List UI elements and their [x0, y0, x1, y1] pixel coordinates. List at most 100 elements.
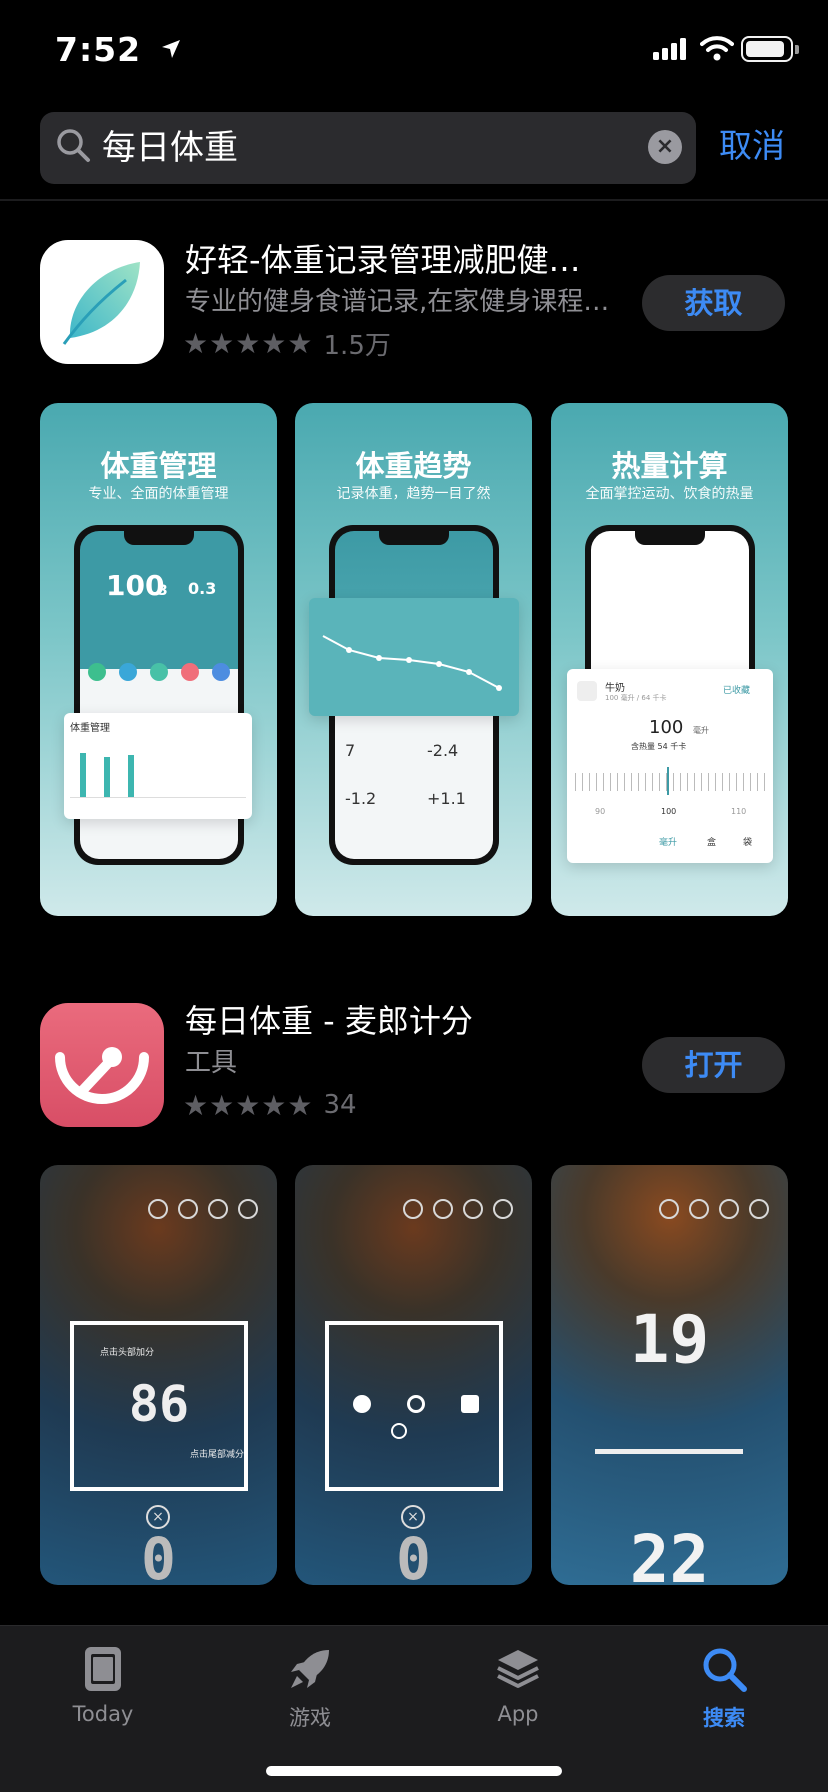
stat-2: -2.4: [427, 741, 459, 760]
search-query-text[interactable]: 每日体重: [102, 126, 238, 170]
save-icon: [461, 1395, 479, 1413]
screenshot-5[interactable]: × 0: [295, 1165, 532, 1585]
screenshot-3[interactable]: 热量计算 全面掌控运动、饮食的热量 牛奶 100 毫升 / 64 千卡 已收藏 …: [551, 403, 788, 916]
screenshot-title: 体重管理: [100, 449, 217, 483]
score-value: 86: [128, 1375, 190, 1433]
get-button[interactable]: 获取: [642, 275, 785, 331]
clear-search-button[interactable]: ×: [648, 130, 682, 164]
search-icon: [57, 129, 90, 162]
quick-actions: [88, 663, 230, 681]
scale-mid: 100: [661, 807, 677, 816]
unit-box: 盒: [707, 838, 717, 848]
tab-label: Today: [72, 1702, 134, 1726]
hint-bottom: 点击尾部减分: [190, 1450, 245, 1460]
screenshot-1[interactable]: 体重管理 专业、全面的体重管理 100 3 0.3 体重管理: [40, 403, 277, 916]
toolbar-icons: [659, 1199, 769, 1219]
toolbar-icons: [403, 1199, 513, 1219]
app-icon-haoqing[interactable]: [40, 240, 164, 364]
weight-delta: 0.3: [188, 579, 217, 598]
food-sub: 100 毫升 / 64 千卡: [605, 694, 667, 702]
screenshot-4[interactable]: 点击头部加分 86 点击尾部减分 × 0: [40, 1165, 277, 1585]
stat-4: +1.1: [427, 789, 466, 808]
tab-apps[interactable]: App: [448, 1642, 588, 1726]
open-button[interactable]: 打开: [642, 1037, 785, 1093]
bottom-score: 0: [396, 1525, 431, 1585]
trend-line: [322, 635, 502, 691]
score-divider: [595, 1449, 743, 1454]
history-icon: [407, 1395, 425, 1413]
rating-count: 1.5万: [323, 330, 391, 361]
rocket-icon: [291, 1650, 329, 1688]
tab-label: 游戏: [289, 1706, 331, 1730]
food-card: 牛奶 100 毫升 / 64 千卡 已收藏 100 毫升 含热量 54 千卡 9…: [567, 669, 773, 863]
tab-label: App: [497, 1702, 539, 1726]
trend-chart-card: [309, 598, 519, 716]
star-rating-icon: ★★★★★: [183, 326, 314, 360]
amount-unit: 毫升: [693, 726, 709, 735]
screenshot-caption: 记录体重，趋势一目了然: [336, 486, 491, 502]
layers-icon: [497, 1650, 539, 1688]
tab-search[interactable]: 搜索: [654, 1642, 794, 1732]
screenshot-title: 热量计算: [611, 449, 728, 483]
score-frame: 点击头部加分 86 点击尾部减分: [70, 1321, 248, 1491]
status-time: 7:52: [55, 30, 142, 69]
weight-card: 体重管理: [64, 713, 252, 819]
top-score: 19: [629, 1301, 710, 1378]
share-icon: [353, 1395, 371, 1413]
screenshot-caption: 专业、全面的体重管理: [88, 486, 229, 502]
app-title[interactable]: 好轻-体重记录管理减肥健…: [185, 240, 581, 280]
screenshot-6[interactable]: 19 22: [551, 1165, 788, 1585]
bottom-score: 22: [629, 1521, 710, 1585]
close-icon: ×: [655, 134, 675, 159]
phone-notch: [124, 531, 194, 545]
unit-ml: 毫升: [659, 838, 678, 848]
calorie-total: 含热量 54 千卡: [631, 742, 687, 751]
weight-decimal: 3: [158, 583, 168, 599]
app-title[interactable]: 每日体重 - 麦郎计分: [185, 1001, 473, 1041]
feather-logo-icon: [62, 262, 140, 345]
location-arrow-icon: [162, 40, 180, 58]
screenshot-title: 体重趋势: [355, 449, 472, 483]
stat-3: -1.2: [345, 789, 377, 808]
hint-top: 点击头部加分: [100, 1348, 155, 1358]
food-image: [577, 681, 597, 701]
food-name: 牛奶: [605, 683, 625, 694]
star-rating-icon: ★★★★★: [183, 1088, 314, 1122]
reset-icon: [391, 1423, 407, 1439]
screenshot-caption: 全面掌控运动、饮食的热量: [585, 486, 754, 502]
screenshot-2[interactable]: 体重趋势 记录体重，趋势一目了然 7 -2.4 -1.2 +1.1: [295, 403, 532, 916]
tab-games[interactable]: 游戏: [240, 1642, 380, 1732]
scale-gauge-logo-icon: [55, 1047, 149, 1104]
bottom-score: 0: [141, 1525, 176, 1585]
app-subtitle: 专业的健身食谱记录,在家健身课程…: [185, 287, 610, 317]
cancel-button[interactable]: 取消: [719, 124, 785, 168]
rating-count: 34: [323, 1090, 357, 1120]
weight-value: 100: [106, 569, 165, 602]
today-icon: [85, 1647, 121, 1691]
scale-high: 110: [731, 807, 747, 816]
home-indicator[interactable]: [266, 1766, 562, 1776]
scale-ruler: [575, 773, 765, 791]
status-bar: 7:52: [0, 0, 828, 100]
app-rating: ★★★★★ 1.5万: [183, 326, 391, 361]
wifi-icon: [700, 36, 734, 61]
unit-bag: 袋: [743, 838, 753, 848]
amount-value: 100: [649, 717, 684, 738]
battery-icon: [741, 36, 793, 62]
toolbar-icons: [148, 1199, 258, 1219]
scale-low: 90: [595, 807, 606, 816]
search-icon: [703, 1648, 747, 1692]
battery-cap: [795, 45, 799, 54]
app-rating: ★★★★★ 34: [183, 1088, 357, 1122]
tab-today[interactable]: Today: [33, 1642, 173, 1726]
cellular-signal-icon: [653, 38, 686, 60]
phone-notch: [635, 531, 705, 545]
tab-label: 搜索: [703, 1706, 745, 1730]
header-divider: [0, 199, 828, 201]
menu-frame: [325, 1321, 503, 1491]
search-field[interactable]: 每日体重 ×: [40, 112, 696, 184]
card-title: 体重管理: [70, 723, 110, 734]
app-icon-meiri[interactable]: [40, 1003, 164, 1127]
saved-label: 已收藏: [723, 686, 751, 696]
phone-notch: [379, 531, 449, 545]
